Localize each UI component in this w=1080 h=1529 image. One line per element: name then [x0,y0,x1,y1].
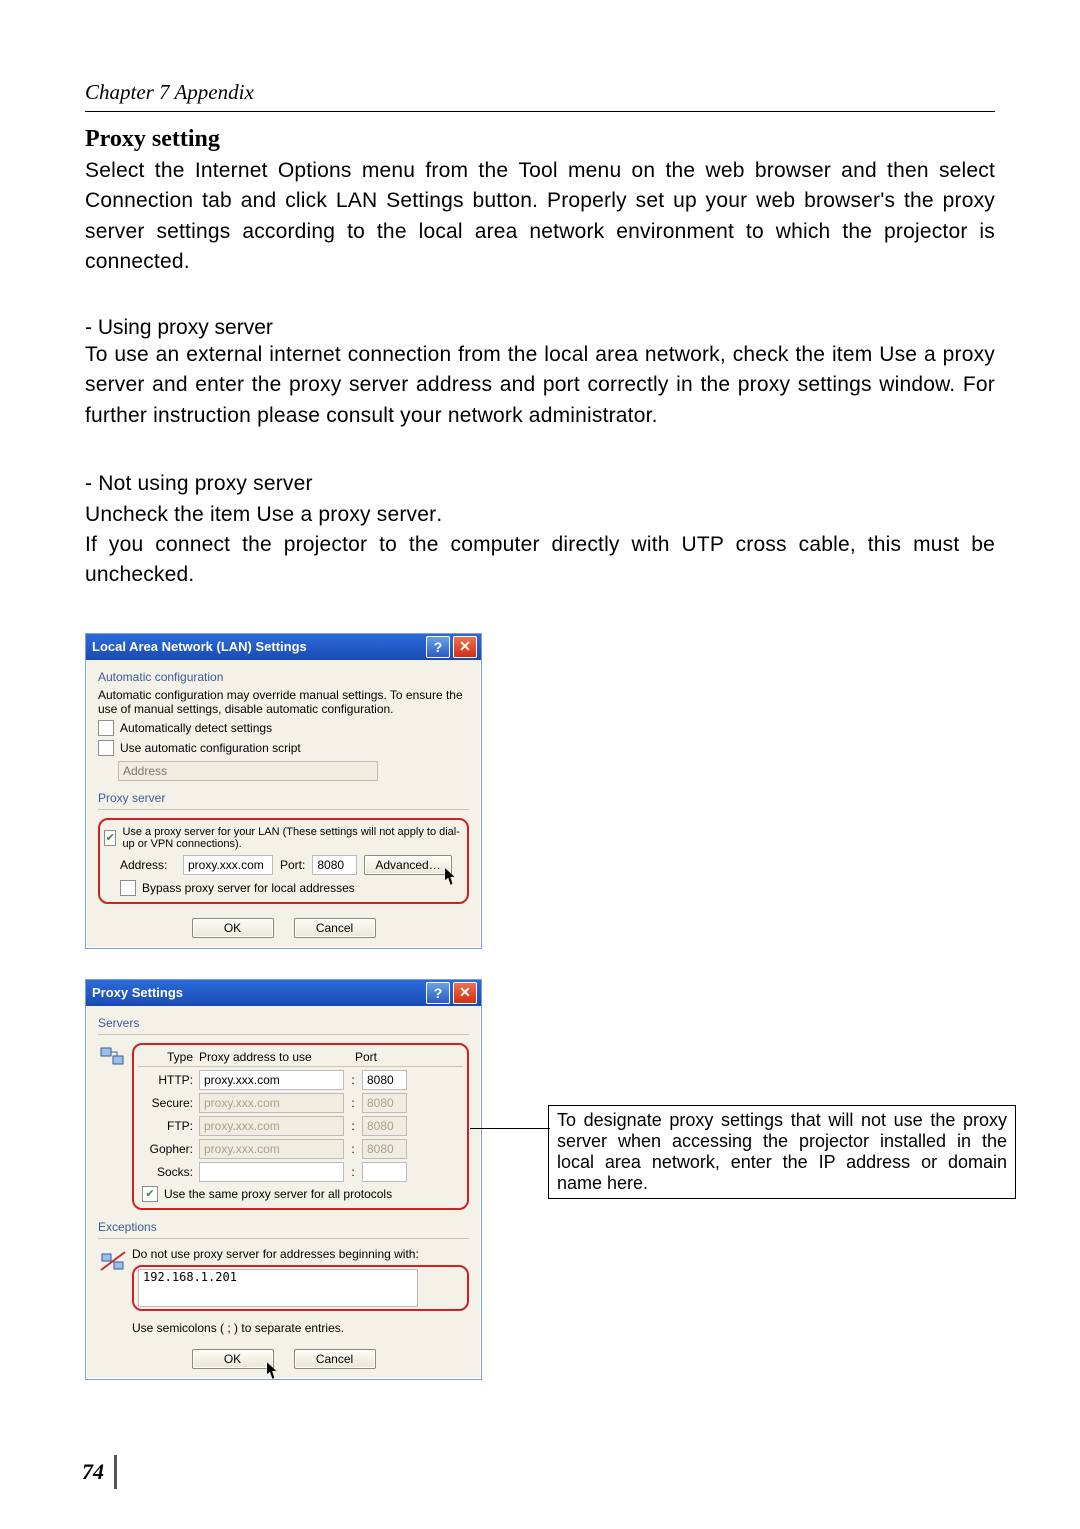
label-address: Address: [120,858,176,872]
label-ftp: FTP: [138,1119,193,1133]
text-bold: Connection [85,189,193,212]
text: Uncheck the item [85,503,256,526]
group-servers: Servers [98,1016,469,1030]
script-address-input [118,761,378,781]
label-bypass-proxy: Bypass proxy server for local addresses [142,881,355,895]
ok-button[interactable]: OK [192,1349,274,1369]
callout-box: To designate proxy settings that will no… [548,1105,1016,1199]
label-secure: Secure: [138,1096,193,1110]
label-port: Port: [280,858,305,872]
cancel-button[interactable]: Cancel [294,918,376,938]
lan-settings-dialog: Local Area Network (LAN) Settings ? ✕ Au… [85,633,482,949]
text-bold: LAN Settings [336,189,464,212]
colon: : [350,1073,356,1087]
secure-port-input [362,1093,407,1113]
proxy-dialog-titlebar[interactable]: Proxy Settings ? ✕ [86,980,481,1006]
subheading-not-using-proxy: - Not using proxy server [85,469,995,499]
not-using-paragraph: Uncheck the item Use a proxy server. If … [85,500,995,591]
group-exceptions: Exceptions [98,1220,469,1234]
exceptions-input[interactable]: 192.168.1.201 [138,1269,418,1307]
col-port: Port [355,1050,405,1064]
socks-address-input[interactable] [199,1162,344,1182]
ok-button[interactable]: OK [192,918,274,938]
proxy-address-input[interactable] [183,855,273,875]
proxy-port-input[interactable] [312,855,357,875]
label-auto-script: Use automatic configuration script [120,741,301,755]
checkbox-use-proxy[interactable]: ✔ [104,830,116,846]
checkbox-same-proxy[interactable]: ✔ [142,1186,158,1202]
subheading-using-proxy: - Using proxy server [85,316,995,340]
exceptions-icon [98,1247,128,1277]
help-icon[interactable]: ? [426,636,450,658]
gopher-address-input [199,1139,344,1159]
cancel-button[interactable]: Cancel [294,1349,376,1369]
text: and enter the proxy server address and p… [85,373,995,426]
callout-leader-line [470,1128,550,1129]
proxy-settings-dialog: Proxy Settings ? ✕ Servers [85,979,482,1380]
page-footer: 74 [82,1455,117,1489]
lan-dialog-titlebar[interactable]: Local Area Network (LAN) Settings ? ✕ [86,634,481,660]
http-address-input[interactable] [199,1070,344,1090]
lan-dialog-title: Local Area Network (LAN) Settings [92,639,307,654]
socks-port-input[interactable] [362,1162,407,1182]
intro-paragraph: Select the Internet Options menu from th… [85,156,995,278]
highlighted-proxy-section: ✔ Use a proxy server for your LAN (These… [98,818,469,904]
callout-text: To designate proxy settings that will no… [557,1110,1007,1193]
servers-icon [98,1043,128,1073]
advanced-button[interactable]: Advanced… [364,855,451,875]
label-auto-detect: Automatically detect settings [120,721,272,735]
text-bold: Internet Options [195,159,352,182]
close-icon[interactable]: ✕ [453,982,477,1004]
text: . [436,503,442,526]
semicolon-hint: Use semicolons ( ; ) to separate entries… [132,1321,469,1335]
colon: : [350,1119,356,1133]
footer-divider [114,1455,117,1489]
checkbox-auto-script[interactable] [98,740,114,756]
label-http: HTTP: [138,1073,193,1087]
highlighted-servers-section: Type Proxy address to use Port HTTP: : S… [132,1043,469,1210]
text: menu from the [352,159,519,182]
checkbox-auto-detect[interactable] [98,720,114,736]
highlighted-exceptions: 192.168.1.201 [132,1265,469,1311]
text-bold: Use a proxy server [256,503,436,526]
ftp-address-input [199,1116,344,1136]
exceptions-text: Do not use proxy server for addresses be… [132,1247,469,1261]
text: Select the [85,159,195,182]
col-type: Type [138,1050,193,1064]
using-paragraph: To use an external internet connection f… [85,340,995,431]
page-number: 74 [82,1459,104,1485]
checkbox-bypass-proxy[interactable] [120,880,136,896]
colon: : [350,1165,356,1179]
label-use-proxy: Use a proxy server for your LAN (These s… [122,826,463,850]
help-icon[interactable]: ? [426,982,450,1004]
section-title-proxy-setting: Proxy setting [85,126,995,153]
group-automatic-configuration: Automatic configuration [98,670,469,684]
text: menu on the web browser and then select [558,159,995,182]
colon: : [350,1142,356,1156]
proxy-dialog-title: Proxy Settings [92,985,183,1000]
colon: : [350,1096,356,1110]
auto-config-description: Automatic configuration may override man… [98,688,469,716]
group-proxy-server: Proxy server [98,791,469,805]
chapter-heading: Chapter 7 Appendix [85,80,995,112]
http-port-input[interactable] [362,1070,407,1090]
label-gopher: Gopher: [138,1142,193,1156]
text: tab and click [193,189,336,212]
secure-address-input [199,1093,344,1113]
label-same-proxy: Use the same proxy server for all protoc… [164,1187,392,1201]
ftp-port-input [362,1116,407,1136]
gopher-port-input [362,1139,407,1159]
col-addr: Proxy address to use [199,1050,349,1064]
close-icon[interactable]: ✕ [453,636,477,658]
text-bold: Tool [518,159,557,182]
label-socks: Socks: [138,1165,193,1179]
text: To use an external internet connection f… [85,343,879,366]
text: If you connect the projector to the comp… [85,533,995,586]
